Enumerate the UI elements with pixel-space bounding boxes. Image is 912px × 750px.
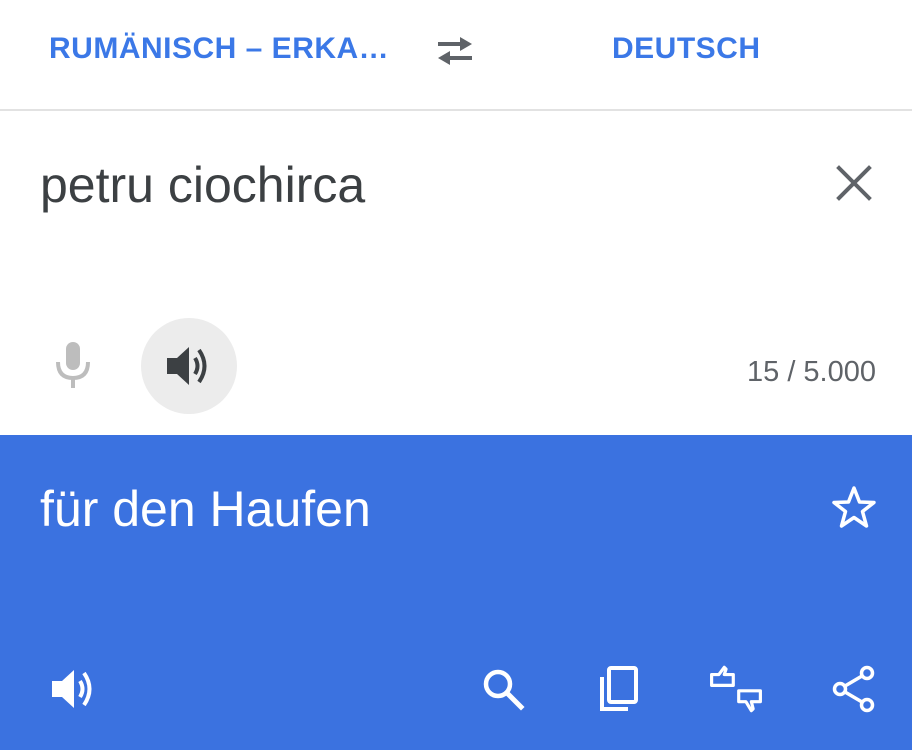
target-language-selector[interactable]: DEUTSCH <box>612 28 761 70</box>
share-button[interactable] <box>826 661 882 717</box>
search-button[interactable] <box>475 661 531 717</box>
source-language-selector[interactable]: RUMÄNISCH – ERKA… <box>49 28 389 70</box>
save-translation-button[interactable] <box>826 479 882 535</box>
language-bar: RUMÄNISCH – ERKA… DEUTSCH <box>0 0 912 111</box>
search-icon <box>483 669 525 711</box>
close-icon <box>836 165 872 201</box>
feedback-icon <box>710 665 762 713</box>
source-listen-button[interactable] <box>141 318 237 414</box>
clear-button[interactable] <box>826 155 882 211</box>
microphone-icon <box>56 342 90 388</box>
copy-button[interactable] <box>590 661 646 717</box>
translate-app: RUMÄNISCH – ERKA… DEUTSCH petru ciochirc… <box>0 0 912 750</box>
feedback-button[interactable] <box>708 661 764 717</box>
source-input-area[interactable]: petru ciochirca 15 / 5.000 <box>0 111 912 435</box>
source-text-input[interactable]: petru ciochirca <box>40 155 365 215</box>
swap-languages-button[interactable] <box>426 27 484 75</box>
microphone-button[interactable] <box>44 336 102 394</box>
swap-arrows-icon <box>438 37 472 65</box>
character-counter: 15 / 5.000 <box>747 356 876 388</box>
speaker-icon <box>167 347 207 385</box>
translation-listen-button[interactable] <box>46 661 102 717</box>
star-icon <box>832 486 876 528</box>
share-icon <box>832 665 875 713</box>
translation-text: für den Haufen <box>40 481 371 537</box>
translation-card: für den Haufen <box>0 435 912 750</box>
speaker-icon <box>52 670 92 708</box>
copy-icon <box>600 666 638 711</box>
